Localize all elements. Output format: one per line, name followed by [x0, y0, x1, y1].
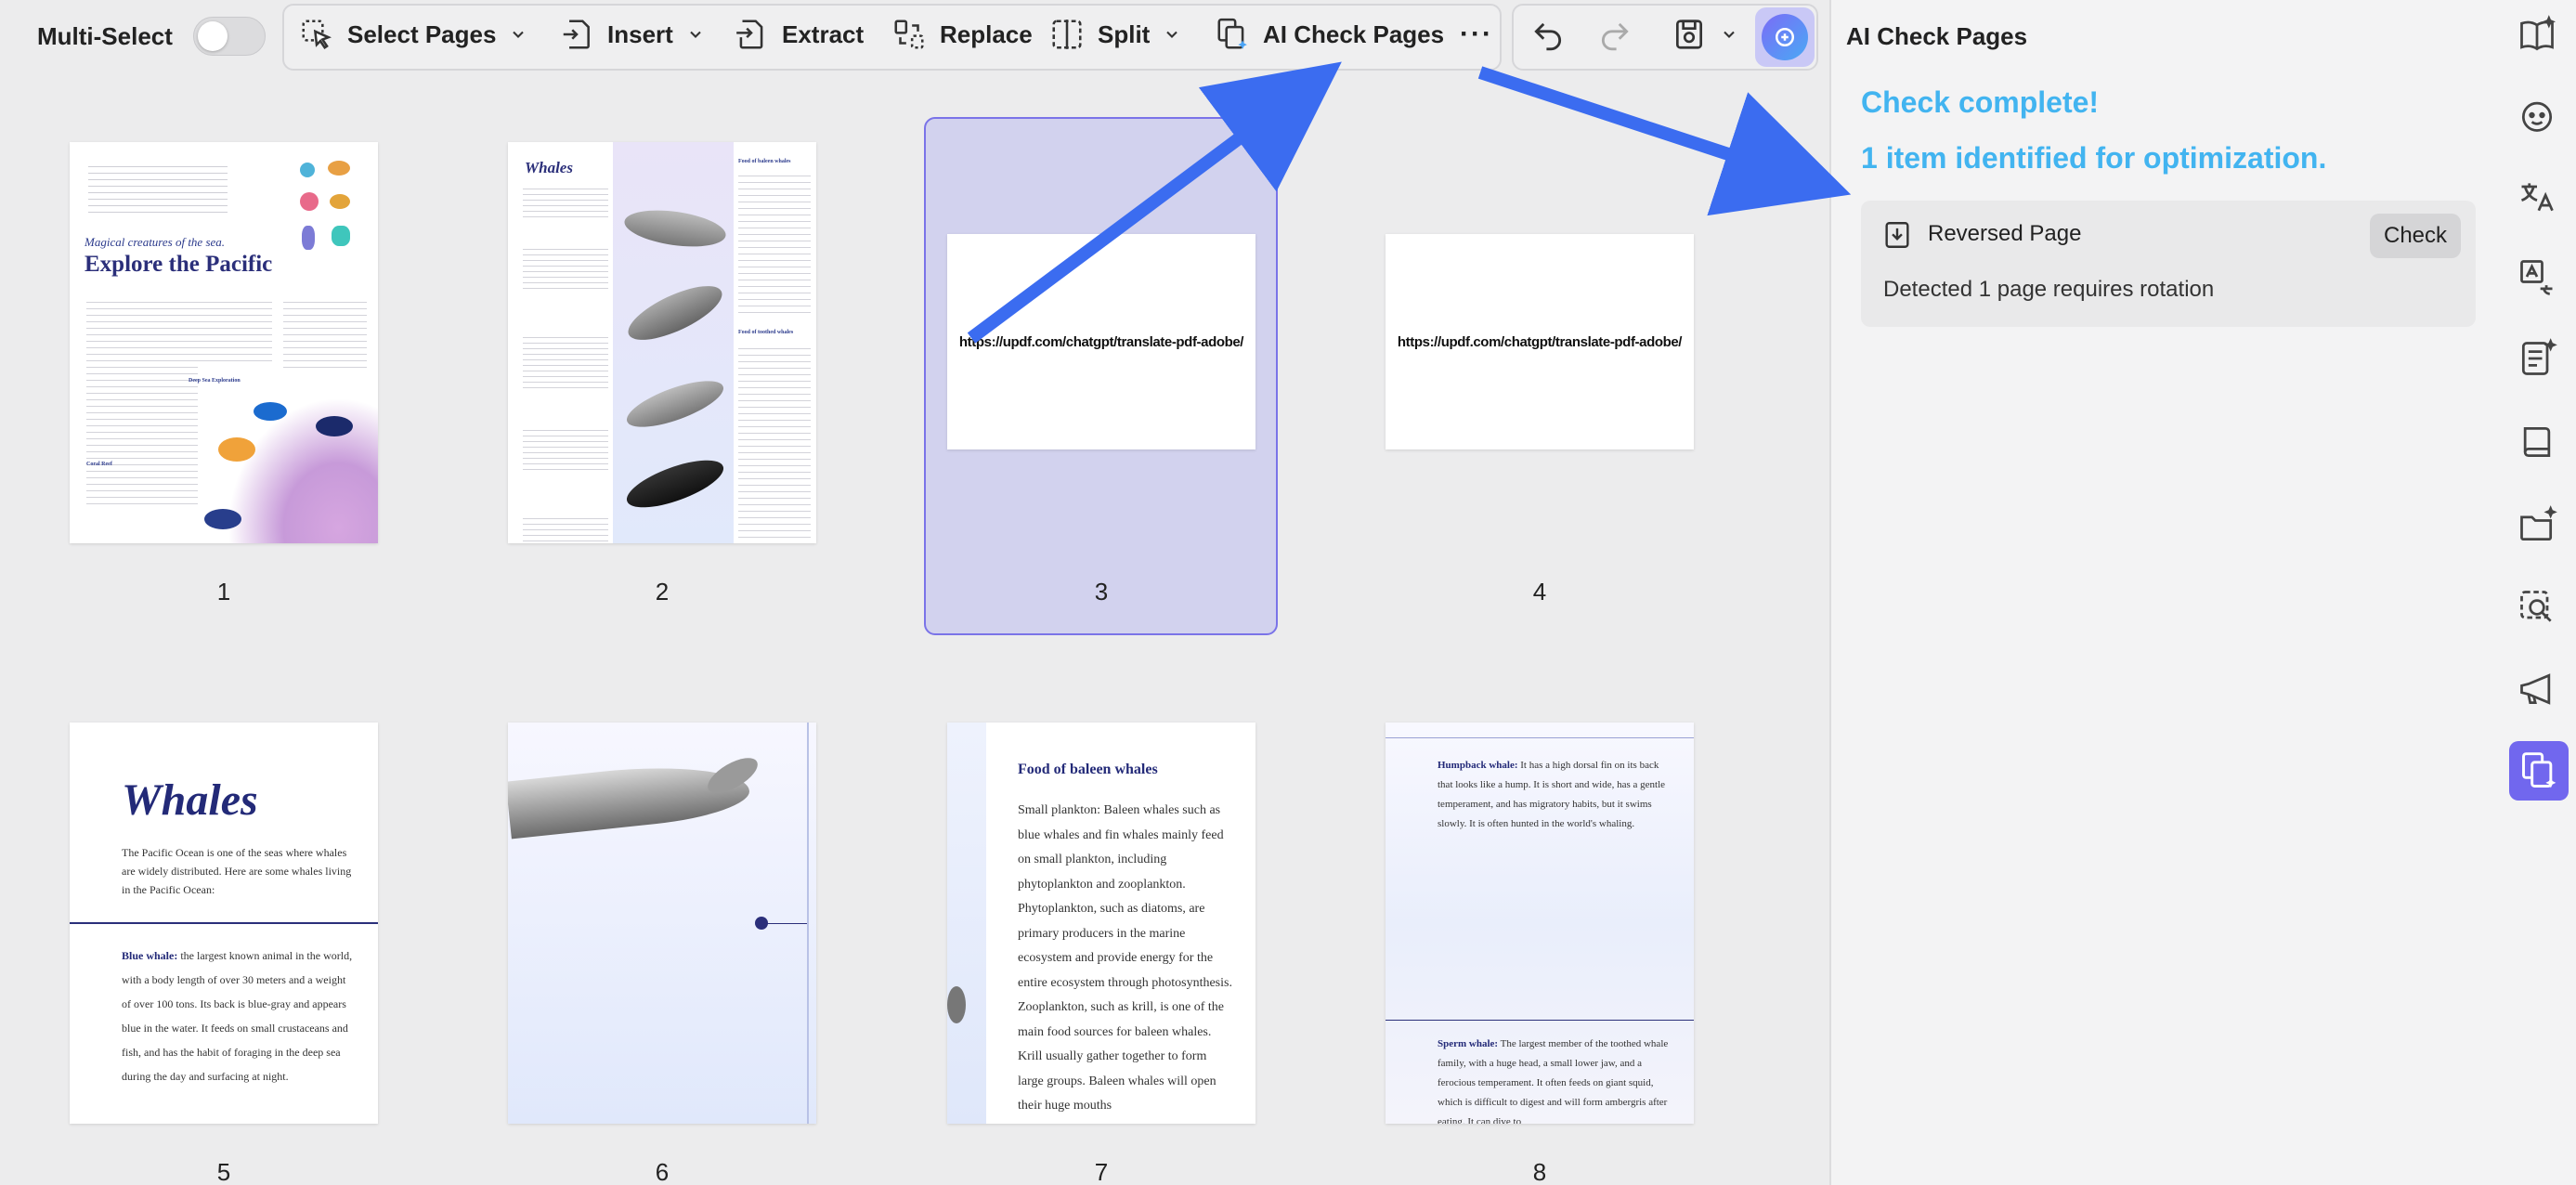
page-1-subtitle: Magical creatures of the sea. — [85, 235, 226, 249]
save-icon — [1675, 20, 1703, 49]
chevron-down-icon — [513, 31, 525, 38]
more-button[interactable]: ··· — [1460, 11, 1493, 58]
chevron-down-icon — [1166, 31, 1178, 38]
select-pages-label: Select Pages — [347, 20, 497, 48]
panel-title: AI Check Pages — [1846, 22, 2028, 50]
page-2-title: Whales — [525, 159, 573, 176]
page-number-3: 3 — [1094, 578, 1109, 606]
page-number-1: 1 — [216, 578, 231, 606]
page-4-url-text: https://updf.com/chatgpt/translate-pdf-a… — [1397, 333, 1683, 350]
page-thumbnail-1[interactable]: Magical creatures of the sea. Explore th… — [70, 142, 378, 543]
page-5-blue-text: the largest known animal in the world, w… — [122, 949, 353, 1083]
page-1-coral-heading: Coral Reef — [86, 462, 112, 467]
page-thumbnail-5[interactable]: Whales The Pacific Ocean is one of the s… — [70, 723, 378, 1124]
translate-text-icon[interactable] — [2515, 254, 2559, 299]
check-button[interactable]: Check — [2370, 214, 2461, 258]
replace-button[interactable]: Replace — [891, 11, 1033, 58]
search-doc-icon[interactable] — [2515, 585, 2559, 630]
select-pages-button[interactable]: Select Pages — [299, 11, 527, 58]
redo-icon — [1601, 22, 1629, 51]
page-thumbnail-4[interactable]: https://updf.com/chatgpt/translate-pdf-a… — [1386, 234, 1694, 449]
page-2-food-heading: Food of baleen whales — [738, 159, 791, 164]
book-icon[interactable] — [2515, 420, 2559, 464]
undo-button[interactable] — [1530, 11, 1566, 58]
doc-sparkle-icon[interactable] — [2515, 336, 2559, 381]
page-number-6: 6 — [655, 1158, 670, 1185]
chevron-down-icon — [690, 31, 701, 38]
page-5-blue-label: Blue whale: — [122, 949, 178, 962]
coral-illustration — [293, 159, 358, 261]
extract-button[interactable]: Extract — [734, 11, 864, 58]
page-3-url-text: https://updf.com/chatgpt/translate-pdf-a… — [958, 333, 1244, 350]
replace-icon — [894, 20, 924, 49]
megaphone-icon[interactable] — [2515, 667, 2559, 711]
ai-assistant-icon — [1776, 28, 1794, 46]
page-thumbnail-6[interactable] — [508, 723, 816, 1124]
ai-check-pages-icon — [1217, 18, 1247, 49]
ai-check-pages-label: AI Check Pages — [1263, 20, 1445, 48]
insert-page-icon — [563, 20, 590, 49]
folder-sparkle-icon[interactable] — [2515, 503, 2559, 548]
page-number-8: 8 — [1532, 1158, 1547, 1185]
split-label: Split — [1098, 20, 1151, 48]
ai-check-panel: AI Check Pages Check complete! 1 item id… — [1831, 0, 2498, 1185]
ai-assistant-button[interactable] — [1755, 7, 1815, 67]
page-8-sperm: Sperm whale: The largest member of the t… — [1438, 1035, 1675, 1124]
page-thumbnail-7[interactable]: Food of baleen whales Small plankton: Ba… — [947, 723, 1255, 1124]
split-icon — [1052, 20, 1082, 49]
redo-button[interactable] — [1597, 11, 1633, 58]
save-button[interactable] — [1672, 11, 1738, 58]
optimization-count-text: 1 item identified for optimization. — [1861, 141, 2327, 175]
coral-reef-illustration — [228, 397, 378, 543]
page-8-humpback-label: Humpback whale: — [1438, 760, 1518, 771]
book-open-icon[interactable] — [2515, 13, 2559, 58]
split-button[interactable]: Split — [1049, 11, 1181, 58]
page-5-title: Whales — [122, 775, 258, 825]
issue-card-reversed-page: Reversed Page Check Detected 1 page requ… — [1861, 201, 2476, 327]
page-5-blue-whale: Blue whale: the largest known animal in … — [122, 944, 356, 1088]
insert-button[interactable]: Insert — [559, 11, 705, 58]
right-sidebar — [2498, 0, 2576, 1185]
page-8-humpback: Humpback whale: It has a high dorsal fin… — [1438, 756, 1675, 834]
chevron-down-icon — [1724, 31, 1735, 38]
page-2-toothed-heading: Food of toothed whales — [738, 330, 794, 335]
issue-title: Reversed Page — [1928, 221, 2082, 246]
page-thumbnail-3[interactable]: https://updf.com/chatgpt/translate-pdf-a… — [947, 234, 1255, 449]
multi-select[interactable]: Multi-Select — [37, 13, 266, 59]
cursor-select-icon — [302, 20, 332, 50]
multi-select-label: Multi-Select — [37, 21, 173, 50]
ai-check-pages-icon[interactable] — [2509, 741, 2569, 801]
arrow-to-panel — [1477, 66, 1852, 216]
toolbar: Multi-Select Select Pages Insert Extract… — [0, 0, 1829, 72]
multi-select-toggle[interactable] — [192, 17, 266, 56]
page-number-4: 4 — [1532, 578, 1547, 606]
page-7-title: Food of baleen whales — [1018, 762, 1158, 777]
page-8-sperm-text: The largest member of the toothed whale … — [1438, 1038, 1669, 1124]
page-thumbnail-8[interactable]: Humpback whale: It has a high dorsal fin… — [1386, 723, 1694, 1124]
page-number-5: 5 — [216, 1158, 231, 1185]
extract-page-icon — [736, 20, 763, 49]
page-1-title: Explore the Pacific — [85, 252, 273, 277]
extract-label: Extract — [782, 20, 865, 48]
page-1-deep-sea-heading: Deep Sea Exploration — [189, 378, 241, 384]
undo-icon — [1534, 22, 1562, 51]
page-7-text: Small plankton: Baleen whales such as bl… — [1018, 803, 1232, 1113]
replace-label: Replace — [940, 20, 1033, 48]
ai-check-pages-button[interactable]: AI Check Pages — [1215, 11, 1444, 58]
more-label: ··· — [1460, 19, 1493, 49]
download-page-icon — [1885, 222, 1909, 248]
translate-icon[interactable] — [2515, 175, 2559, 219]
page-number-7: 7 — [1094, 1158, 1109, 1185]
page-8-sperm-label: Sperm whale: — [1438, 1038, 1499, 1049]
page-number-2: 2 — [655, 578, 670, 606]
whale-photo — [508, 756, 752, 840]
check-complete-text: Check complete! — [1861, 85, 2100, 119]
page-thumbnail-2[interactable]: Whales Food of baleen whales Food of too… — [508, 142, 816, 543]
insert-label: Insert — [607, 20, 673, 48]
face-sparkle-icon[interactable] — [2515, 93, 2559, 137]
issue-description: Detected 1 page requires rotation — [1883, 277, 2215, 302]
page-5-intro: The Pacific Ocean is one of the seas whe… — [122, 846, 352, 896]
